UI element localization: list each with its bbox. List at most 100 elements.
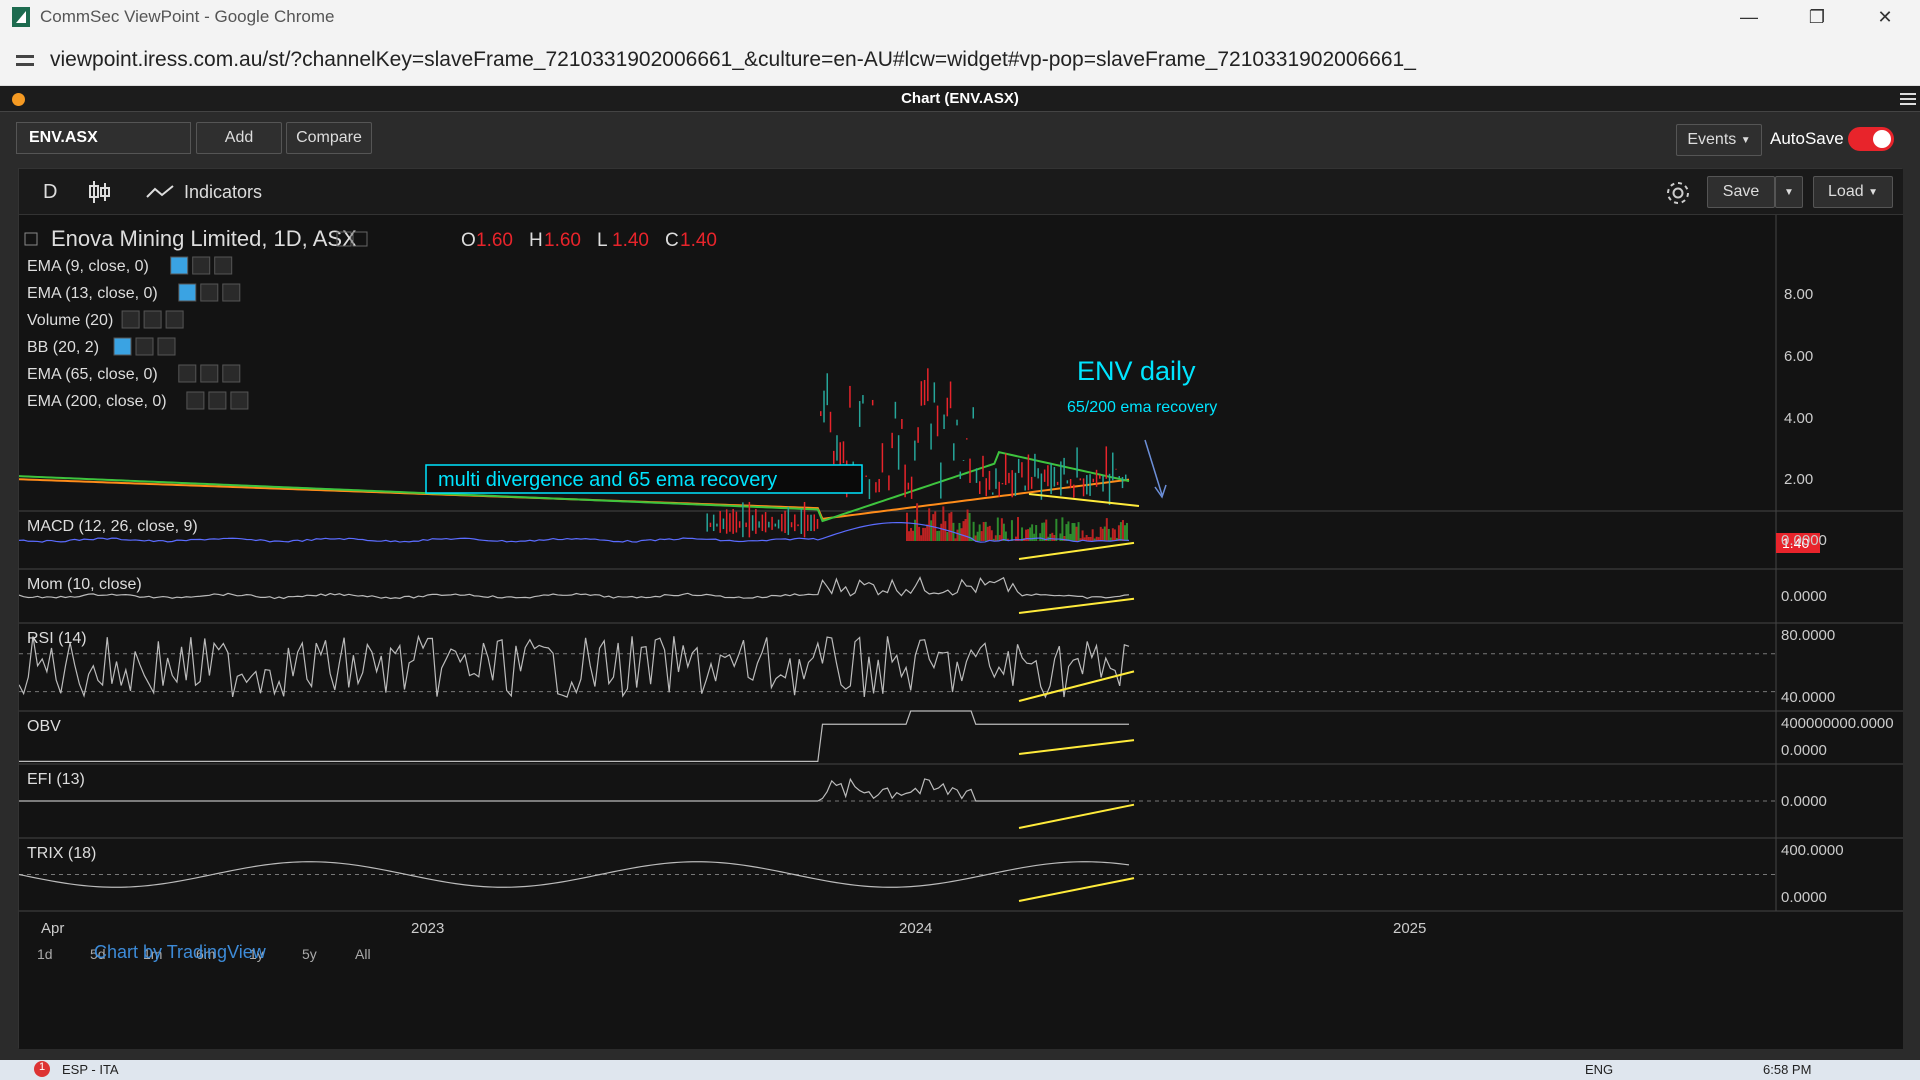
minimize-button[interactable]: — <box>1715 0 1783 34</box>
pane-label: MACD (12, 26, close, 9) <box>27 518 198 535</box>
price-tick-label: 2.00 <box>1784 471 1813 488</box>
price-tick-label: 4.00 <box>1784 410 1813 427</box>
study-eye-icon[interactable] <box>113 337 132 356</box>
windows-taskbar: 1 ESP - ITA ENG 6:58 PM <box>0 1060 1920 1080</box>
study-eye-icon[interactable] <box>186 391 205 410</box>
interval-button[interactable]: D <box>43 181 57 204</box>
time-tick-label: 2023 <box>411 920 444 937</box>
chart-app: Chart (ENV.ASX) ENV.ASX Add Compare Even… <box>0 86 1920 1060</box>
pane-tick-label: 0.0000 <box>1781 793 1827 810</box>
chart-canvas[interactable]: 8.006.004.002.000.001.400.00000.000080.0… <box>19 215 1903 1049</box>
load-dropdown[interactable]: Load ▼ <box>1813 176 1893 208</box>
pane-label: TRIX (18) <box>27 845 96 862</box>
annotation-box-text: multi divergence and 65 ema recovery <box>438 469 777 491</box>
pane-label: RSI (14) <box>27 630 87 647</box>
range-button[interactable]: All <box>355 946 371 962</box>
study-settings-icon[interactable] <box>192 256 211 275</box>
annotation-title: ENV daily <box>1077 356 1196 386</box>
indicators-icon[interactable] <box>145 183 175 201</box>
study-close-icon[interactable] <box>165 310 184 329</box>
annotation-subtitle: 65/200 ema recovery <box>1067 399 1217 416</box>
keyboard-language[interactable]: ENG <box>1585 1062 1613 1077</box>
ohlc-label: O <box>461 230 476 251</box>
range-button[interactable]: 5y <box>302 946 317 962</box>
address-bar[interactable]: viewpoint.iress.com.au/st/?channelKey=sl… <box>0 34 1920 86</box>
study-label: BB (20, 2) <box>27 339 99 356</box>
app-title-bar: Chart (ENV.ASX) <box>0 86 1920 112</box>
price-tick-label: 8.00 <box>1784 286 1813 303</box>
close-button[interactable]: ✕ <box>1851 0 1919 34</box>
autosave-label: AutoSave <box>1770 129 1844 148</box>
pane-tick-label: 0.0000 <box>1781 532 1827 549</box>
study-close-icon[interactable] <box>214 256 233 275</box>
ohlc-value: 1.40 <box>612 230 649 251</box>
study-close-icon[interactable] <box>230 391 249 410</box>
notification-badge: 1 <box>34 1061 50 1077</box>
save-button[interactable]: Save <box>1707 176 1775 208</box>
pane-label: OBV <box>27 718 61 735</box>
study-settings-icon[interactable] <box>200 364 219 383</box>
study-settings-icon[interactable] <box>208 391 227 410</box>
study-settings-icon[interactable] <box>135 337 154 356</box>
ohlc-value: 1.60 <box>544 230 581 251</box>
compare-button[interactable]: Compare <box>286 122 372 154</box>
save-dropdown-chevron-icon[interactable]: ▼ <box>1775 176 1803 208</box>
study-eye-icon[interactable] <box>178 364 197 383</box>
indicators-button[interactable]: Indicators <box>184 182 262 203</box>
pane-tick-label: 40.0000 <box>1781 689 1835 706</box>
pane-tick-label: 400000000.0000 <box>1781 715 1894 732</box>
chart-toolbar: D Indicators Save ▼ Load ▼ <box>19 169 1903 215</box>
pane-tick-label: 0.0000 <box>1781 889 1827 906</box>
app-title: Chart (ENV.ASX) <box>901 90 1019 107</box>
study-settings-icon[interactable] <box>143 310 162 329</box>
settings-gear-icon[interactable] <box>1664 179 1692 207</box>
browser-title-bar: CommSec ViewPoint - Google Chrome — ❐ ✕ <box>0 0 1920 34</box>
hamburger-menu-icon[interactable] <box>1900 90 1916 106</box>
range-button[interactable]: 1d <box>37 946 53 962</box>
commsec-logo-icon <box>12 7 30 27</box>
price-tick-label: 6.00 <box>1784 348 1813 365</box>
status-dot-icon <box>12 93 25 106</box>
pane-tick-label: 80.0000 <box>1781 627 1835 644</box>
study-close-icon[interactable] <box>222 364 241 383</box>
symbol-input[interactable]: ENV.ASX <box>16 122 191 154</box>
ohlc-label: C <box>665 230 679 251</box>
load-label: Load <box>1828 183 1864 200</box>
chevron-down-icon: ▼ <box>1740 134 1751 146</box>
events-label: Events <box>1687 131 1737 148</box>
study-eye-icon[interactable] <box>170 256 189 275</box>
chart-title: Enova Mining Limited, 1D, ASX <box>51 226 357 251</box>
ohlc-label: L <box>597 230 608 251</box>
candle-style-icon[interactable] <box>87 179 111 205</box>
tradingview-watermark: Chart by TradingView <box>94 942 267 962</box>
weather-widget-text[interactable]: ESP - ITA <box>62 1062 119 1077</box>
clock-time[interactable]: 6:58 PM <box>1763 1062 1811 1077</box>
pane-tick-label: 0.0000 <box>1781 742 1827 759</box>
ohlc-value: 1.60 <box>476 230 513 251</box>
pane-label: Mom (10, close) <box>27 576 142 593</box>
time-tick-label: 2024 <box>899 920 932 937</box>
time-tick-label: Apr <box>41 920 64 937</box>
study-label: EMA (13, close, 0) <box>27 285 158 302</box>
study-close-icon[interactable] <box>222 283 241 302</box>
study-eye-icon[interactable] <box>121 310 140 329</box>
study-eye-icon[interactable] <box>178 283 197 302</box>
url-text[interactable]: viewpoint.iress.com.au/st/?channelKey=sl… <box>50 48 1416 72</box>
events-dropdown[interactable]: Events ▼ <box>1676 124 1762 156</box>
ohlc-value: 1.40 <box>680 230 717 251</box>
add-button[interactable]: Add <box>196 122 282 154</box>
site-info-icon[interactable] <box>14 49 36 71</box>
autosave-toggle[interactable] <box>1848 127 1894 151</box>
pane-label: EFI (13) <box>27 771 85 788</box>
chevron-down-icon: ▼ <box>1868 186 1878 198</box>
chart-frame: D Indicators Save ▼ Load ▼ 8.00 6.00 4.00 2… <box>18 168 1903 1049</box>
study-label: EMA (200, close, 0) <box>27 393 167 410</box>
study-label: EMA (9, close, 0) <box>27 258 149 275</box>
study-close-icon[interactable] <box>157 337 176 356</box>
pane-tick-label: 0.0000 <box>1781 588 1827 605</box>
study-settings-icon[interactable] <box>200 283 219 302</box>
restore-button[interactable]: ❐ <box>1783 0 1851 34</box>
study-label: EMA (65, close, 0) <box>27 366 158 383</box>
time-tick-label: 2025 <box>1393 920 1426 937</box>
pane-tick-label: 400.0000 <box>1781 842 1844 859</box>
